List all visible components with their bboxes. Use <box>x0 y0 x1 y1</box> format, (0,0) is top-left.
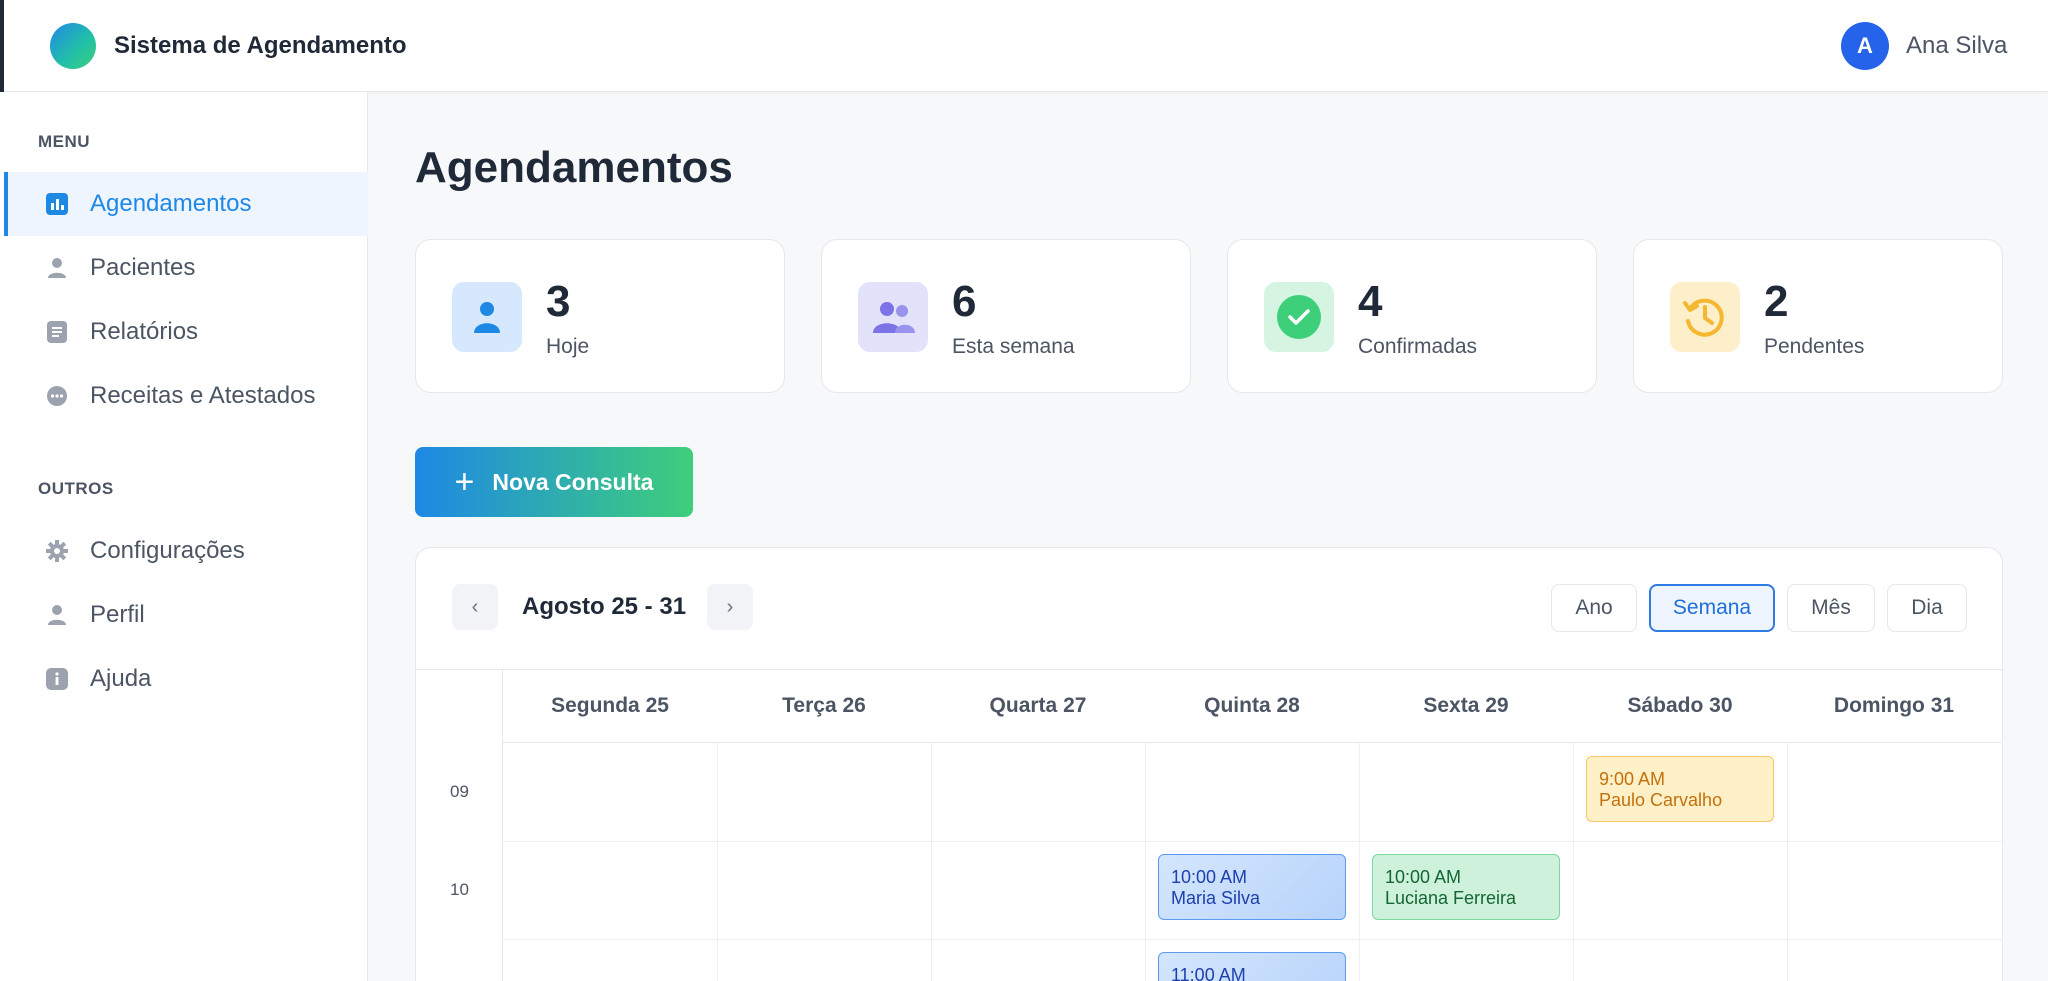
view-week-button[interactable]: Semana <box>1649 584 1775 632</box>
plus-icon: + <box>454 463 475 501</box>
stat-label: Hoje <box>546 335 590 358</box>
event-patient: Maria Silva <box>1171 888 1261 908</box>
hour-label: 09 <box>450 782 469 801</box>
grid-line <box>1145 743 1146 981</box>
appointment-event[interactable]: 10:00 AM Luciana Ferreira <box>1372 854 1560 920</box>
appointment-event[interactable]: 10:00 AM Maria Silva <box>1158 854 1346 920</box>
event-patient: Luciana Ferreira <box>1385 888 1517 908</box>
sidebar-item-label: Configurações <box>90 537 245 564</box>
stat-value: 6 <box>952 277 977 326</box>
grid-line <box>931 743 932 981</box>
day-header: Domingo 31 <box>1787 670 2001 743</box>
view-month-button[interactable]: Mês <box>1787 584 1875 632</box>
grid-line <box>503 841 2002 842</box>
prev-week-button[interactable]: ‹ <box>452 584 498 630</box>
date-range-label: Agosto 25 - 31 <box>522 593 687 620</box>
sidebar-item-agendamentos[interactable]: Agendamentos <box>4 172 368 236</box>
event-time: 10:00 AM <box>1171 867 1248 887</box>
document-icon <box>46 321 68 343</box>
menu-section-title: MENU <box>38 132 91 151</box>
chart-icon <box>46 193 68 215</box>
time-column <box>416 670 503 981</box>
history-icon <box>1670 282 1740 352</box>
next-week-button[interactable]: › <box>707 584 753 630</box>
event-patient: Paulo Carvalho <box>1599 790 1723 810</box>
sidebar-item-receitas[interactable]: Receitas e Atestados <box>4 364 368 428</box>
check-circle-icon <box>1264 282 1334 352</box>
stat-label: Confirmadas <box>1358 335 1478 358</box>
grid-line <box>1359 743 1360 981</box>
event-time: 10:00 AM <box>1385 867 1462 887</box>
grid-line <box>503 939 2002 940</box>
sidebar-item-pacientes[interactable]: Pacientes <box>4 236 368 300</box>
top-bar: Sistema de Agendamento A Ana Silva <box>0 0 2048 92</box>
app-logo <box>50 23 96 69</box>
sidebar-item-label: Perfil <box>90 601 145 628</box>
day-header: Sábado 30 <box>1573 670 1787 743</box>
grid-line <box>1573 743 1574 981</box>
day-header: Segunda 25 <box>503 670 717 743</box>
stat-card-semana: 6 Esta semana <box>821 239 1191 393</box>
new-consult-label: Nova Consulta <box>492 468 654 495</box>
chat-icon <box>46 385 68 407</box>
gear-icon <box>46 540 68 562</box>
new-consult-button[interactable]: + Nova Consulta <box>415 447 693 517</box>
stat-card-pendentes: 2 Pendentes <box>1633 239 2003 393</box>
sidebar-item-label: Receitas e Atestados <box>90 382 316 409</box>
grid-line <box>717 743 718 981</box>
user-name[interactable]: Ana Silva <box>1906 30 2007 62</box>
sidebar-item-relatorios[interactable]: Relatórios <box>4 300 368 364</box>
week-grid: Segunda 25 Terça 26 Quarta 27 Quinta 28 … <box>416 670 2002 981</box>
stat-value: 2 <box>1764 277 1789 326</box>
user-icon <box>46 604 68 626</box>
event-time: 11:00 AM <box>1171 965 1246 981</box>
appointment-event[interactable]: 11:00 AM <box>1158 952 1346 981</box>
calendar: ‹ Agosto 25 - 31 › Ano Semana Mês Dia Se… <box>415 547 2003 981</box>
user-avatar[interactable]: A <box>1841 22 1889 70</box>
day-header: Terça 26 <box>717 670 931 743</box>
stat-value: 3 <box>546 277 571 326</box>
stat-label: Esta semana <box>952 335 1075 358</box>
view-day-button[interactable]: Dia <box>1887 584 1967 632</box>
appointment-event[interactable]: 9:00 AM Paulo Carvalho <box>1586 756 1774 822</box>
app-title: Sistema de Agendamento <box>114 32 407 59</box>
grid-line <box>1787 743 1788 981</box>
sidebar: MENU Agendamentos Pacientes Relatórios R… <box>0 92 368 981</box>
day-header: Quarta 27 <box>931 670 1145 743</box>
calendar-toolbar: ‹ Agosto 25 - 31 › Ano Semana Mês Dia <box>416 548 2002 670</box>
main-content: Agendamentos 3 Hoje 6 Esta semana 4 Conf… <box>368 92 2048 981</box>
page-title: Agendamentos <box>415 143 733 192</box>
stat-card-confirmadas: 4 Confirmadas <box>1227 239 1597 393</box>
sidebar-item-label: Agendamentos <box>90 190 252 217</box>
sidebar-item-configuracoes[interactable]: Configurações <box>4 519 368 583</box>
sidebar-item-label: Pacientes <box>90 254 196 281</box>
others-section-title: OUTROS <box>38 479 114 498</box>
stat-label: Pendentes <box>1764 335 1865 358</box>
sidebar-item-ajuda[interactable]: Ajuda <box>4 647 368 711</box>
hour-label: 10 <box>450 880 469 899</box>
stat-card-hoje: 3 Hoje <box>415 239 785 393</box>
day-header: Sexta 29 <box>1359 670 1573 743</box>
event-time: 9:00 AM <box>1599 769 1666 789</box>
sidebar-item-perfil[interactable]: Perfil <box>4 583 368 647</box>
view-year-button[interactable]: Ano <box>1551 584 1637 632</box>
sidebar-item-label: Relatórios <box>90 318 199 345</box>
stat-value: 4 <box>1358 277 1383 326</box>
user-icon <box>46 257 68 279</box>
group-icon <box>858 282 928 352</box>
day-header: Quinta 28 <box>1145 670 1359 743</box>
info-icon <box>46 668 68 690</box>
person-icon <box>452 282 522 352</box>
sidebar-item-label: Ajuda <box>90 665 152 692</box>
